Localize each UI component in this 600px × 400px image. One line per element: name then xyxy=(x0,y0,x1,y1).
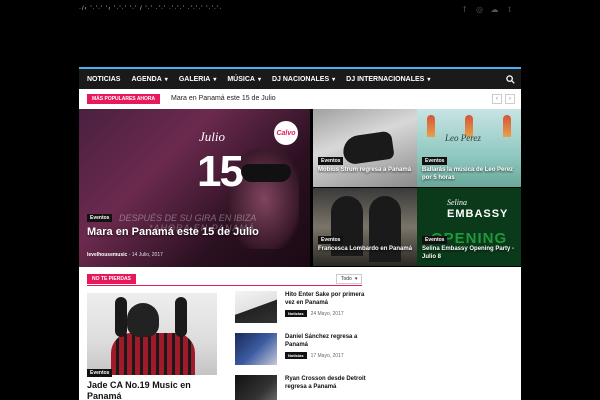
filter-label: Todo xyxy=(341,276,352,282)
featured-main-title[interactable]: Mara en Panamá este 15 de Julio xyxy=(87,226,297,239)
post-date: 24 Mayo, 2017 xyxy=(310,310,344,317)
nav-item-dj-internacionales[interactable]: DJ INTERNACIONALES ▾ xyxy=(346,76,430,83)
featured-post-title[interactable]: Ballarás la música de Leo Perez por 5 ho… xyxy=(422,166,518,182)
top-bar: ·/‹ ʻ·ʻ·ʻ ʻ‹ ʻ·ʻ·ʻ ʻ·ʻ / ʻ·ʻ ·ʻ·ʻ ·ʻ·ʻ·ʻ… xyxy=(0,0,600,22)
list-item-thumbnail[interactable] xyxy=(235,375,277,400)
artist-arm xyxy=(115,297,127,337)
nav-item-label: DJ INTERNACIONALES xyxy=(346,75,425,83)
top-bar-text: ·/‹ ʻ·ʻ·ʻ ʻ‹ ʻ·ʻ·ʻ ʻ·ʻ / ʻ·ʻ ·ʻ·ʻ ·ʻ·ʻ·ʻ… xyxy=(79,6,223,12)
category-tag[interactable]: Noticias xyxy=(285,310,307,317)
nav-item-label: AGENDA xyxy=(131,75,162,83)
artist-arm xyxy=(175,297,187,337)
poster-brand: EMBASSY xyxy=(447,208,509,220)
poster-subtitle: DESPUÉS DE SU GIRA EN IBIZA xyxy=(119,213,257,223)
nav-item-noticias[interactable]: NOTICIAS xyxy=(87,76,120,83)
artist-head xyxy=(127,303,159,337)
no-te-pierdas-section: NO TE PIERDAS Todo ▾ Eventos Jade CA No.… xyxy=(79,267,521,400)
nav-items: NOTICIAS AGENDA ▾ GALERIA ▾ MÚSICA ▾ DJ NAC… xyxy=(87,69,441,89)
category-tag[interactable]: Eventos xyxy=(87,214,113,222)
artist-shirt xyxy=(111,333,195,375)
chevron-down-icon: ▾ xyxy=(257,76,261,83)
featured-post-2[interactable]: Leo Perez Eventos Ballarás la música de … xyxy=(417,109,521,187)
main-post-thumbnail[interactable] xyxy=(87,293,217,375)
search-icon xyxy=(505,74,515,84)
list-item-title[interactable]: Daniel Sánchez regresa a Panamá xyxy=(285,333,367,349)
list-item[interactable]: Daniel Sánchez regresa a Panamá Noticias… xyxy=(235,333,365,369)
post-date: 17 Mayo, 2017 xyxy=(310,352,344,359)
nav-item-label: NOTICIAS xyxy=(87,75,121,83)
featured-post-1[interactable]: Eventos Mobius Strum regresa a Panamá xyxy=(313,109,417,187)
poster-artist-name: Leo Perez xyxy=(445,133,481,143)
poster-title: Selina xyxy=(447,198,467,207)
category-tag[interactable]: Eventos xyxy=(318,157,344,165)
featured-post-title[interactable]: Francesca Lombardo en Panamá xyxy=(318,245,414,253)
chevron-down-icon: ▾ xyxy=(427,76,431,83)
list-item-thumbnail[interactable] xyxy=(235,291,277,323)
featured-post-title[interactable]: Mobius Strum regresa a Panamá xyxy=(318,166,414,174)
category-tag[interactable]: Eventos xyxy=(422,236,448,244)
trending-headline[interactable]: Mara en Panamá este 15 de Julio xyxy=(171,95,276,102)
featured-main-meta: levelhousemusic - 14 Julio, 2017 xyxy=(87,252,163,258)
calvo-logo: Calvo xyxy=(274,121,298,145)
twitter-icon[interactable]: t xyxy=(505,5,514,14)
nav-item-agenda[interactable]: AGENDA ▾ xyxy=(131,76,167,83)
filter-dropdown[interactable]: Todo ▾ xyxy=(336,274,363,284)
dreamcatcher-graphic xyxy=(427,115,435,137)
featured-post-title[interactable]: Selina Embassy Opening Party - Julio 8 xyxy=(422,245,518,261)
artist-photo xyxy=(341,130,395,166)
category-tag[interactable]: Noticias xyxy=(285,352,307,359)
poster-date-word: Julio xyxy=(199,129,225,144)
instagram-icon[interactable]: ◎ xyxy=(475,5,484,14)
list-item[interactable]: Hito Enter Sake por primera vez en Panam… xyxy=(235,291,365,327)
list-item-title[interactable]: Hito Enter Sake por primera vez en Panam… xyxy=(285,291,367,307)
search-button[interactable] xyxy=(499,69,521,89)
nav-item-label: DJ NACIONALES xyxy=(271,75,330,83)
nav-item-label: MÚSICA xyxy=(227,75,255,83)
trending-prev-button[interactable]: ‹ xyxy=(492,94,502,104)
sunglasses-graphic xyxy=(241,164,291,182)
category-tag[interactable]: Eventos xyxy=(87,369,113,377)
trending-badge: MÁS POPULARES AHORA xyxy=(87,94,161,104)
author-name[interactable]: levelhousemusic xyxy=(87,252,127,258)
facebook-icon[interactable]: f xyxy=(460,5,469,14)
list-item-meta: Noticias 24 Mayo, 2017 xyxy=(285,310,344,317)
main-post-title[interactable]: Jade CA No.19 Music en Panamá xyxy=(87,380,227,400)
chevron-down-icon: ▾ xyxy=(354,276,358,282)
nav-item-galeria[interactable]: GALERIA ▾ xyxy=(179,76,217,83)
category-tag[interactable]: Eventos xyxy=(422,157,448,165)
nav-item-dj-nacionales[interactable]: DJ NACIONALES ▾ xyxy=(272,76,335,83)
trending-bar: MÁS POPULARES AHORA Mara en Panamá este … xyxy=(79,89,521,109)
page: ·/‹ ʻ·ʻ·ʻ ʻ‹ ʻ·ʻ·ʻ ʻ·ʻ / ʻ·ʻ ·ʻ·ʻ ·ʻ·ʻ·ʻ… xyxy=(0,0,600,400)
list-item[interactable]: Ryan Crosson desde Detroit regresa a Pan… xyxy=(235,375,367,400)
soundcloud-icon[interactable]: ☁ xyxy=(490,5,499,14)
social-icons: f ◎ ☁ t xyxy=(460,5,514,14)
poster-date-number: 15 xyxy=(197,147,244,196)
list-item-meta: Noticias 17 Mayo, 2017 xyxy=(285,352,344,359)
featured-post-3[interactable]: Eventos Francesca Lombardo en Panamá xyxy=(313,188,417,266)
main-nav: NOTICIAS AGENDA ▾ GALERIA ▾ MÚSICA ▾ DJ NAC… xyxy=(79,67,521,89)
section-badge: NO TE PIERDAS xyxy=(87,274,136,284)
chevron-down-icon: ▾ xyxy=(213,76,217,83)
chevron-down-icon: ▾ xyxy=(332,76,336,83)
dreamcatcher-graphic xyxy=(503,115,511,137)
list-item-thumbnail[interactable] xyxy=(235,333,277,365)
category-tag[interactable]: Eventos xyxy=(318,236,344,244)
featured-main-post[interactable]: Julio 15 DESPUÉS DE SU GIRA EN IBIZA *AH… xyxy=(79,109,310,267)
nav-item-musica[interactable]: MÚSICA ▾ xyxy=(227,76,261,83)
list-item-title[interactable]: Ryan Crosson desde Detroit regresa a Pan… xyxy=(285,375,367,391)
featured-post-4[interactable]: Selina EMBASSY OPENING Eventos Selina Em… xyxy=(417,188,521,266)
trending-next-button[interactable]: › xyxy=(505,94,515,104)
nav-item-label: GALERIA xyxy=(178,75,211,83)
post-date: 14 Julio, 2017 xyxy=(131,252,163,258)
chevron-down-icon: ▾ xyxy=(164,76,168,83)
section-divider xyxy=(87,285,362,286)
